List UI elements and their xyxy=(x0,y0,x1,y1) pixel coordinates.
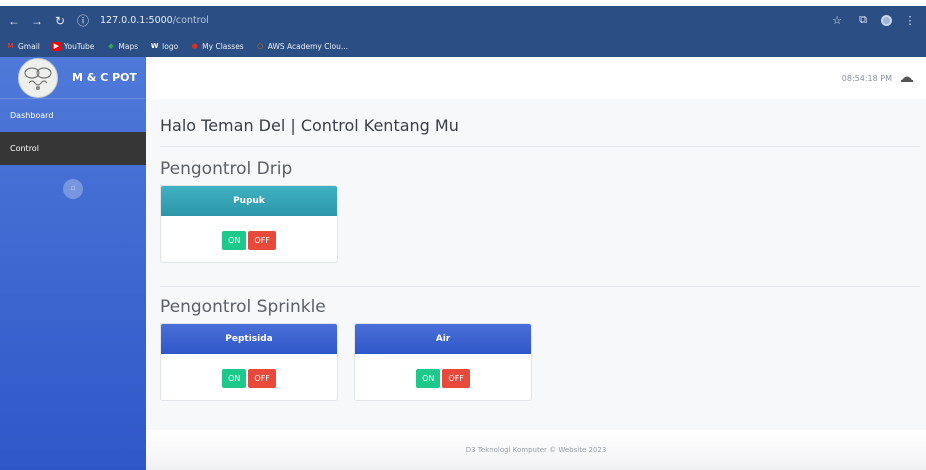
maps-icon: ◆ xyxy=(108,42,114,50)
forward-icon[interactable]: → xyxy=(28,12,46,30)
bookmark-label: AWS Academy Clou... xyxy=(267,41,349,51)
sidebar-toggle-icon: □ xyxy=(71,186,75,192)
footer: D3 Teknologi Komputer © Website 2023 xyxy=(146,430,926,470)
peptisida-off-button[interactable]: OFF xyxy=(248,368,276,388)
browser-window: ← → ↻ ⓘ 127.0.0.1:5000/control ☆ ⧉ ⋮ M Gm… xyxy=(0,0,926,470)
browser-toolbar: ← → ↻ ⓘ 127.0.0.1:5000/control ☆ ⧉ ⋮ xyxy=(0,6,926,35)
card-body: ON OFF xyxy=(161,354,337,400)
peptisida-on-button[interactable]: ON xyxy=(222,368,247,388)
back-icon[interactable]: ← xyxy=(5,12,23,30)
card-header: Pupuk xyxy=(161,186,337,216)
classes-icon: ● xyxy=(191,42,198,50)
clock-text: 08:54:18 PM xyxy=(841,73,892,83)
air-off-button[interactable]: OFF xyxy=(442,368,470,388)
bookmark-youtube[interactable]: ▶ YouTube xyxy=(51,41,95,51)
extensions-icon[interactable]: ⧉ xyxy=(855,13,871,29)
bookmarks-bar: M Gmail ▶ YouTube ◆ Maps Wlogo ● My Classes … xyxy=(0,35,926,57)
site-info-icon[interactable]: ⓘ xyxy=(74,12,92,30)
sidebar-item-label: Control xyxy=(10,144,39,153)
reload-icon[interactable]: ↻ xyxy=(51,12,69,30)
profile-avatar[interactable] xyxy=(881,15,892,26)
card-body: ON OFF xyxy=(355,354,531,400)
section-title-sprinkle: Pengontrol Sprinkle xyxy=(160,297,326,317)
bookmark-label: My Classes xyxy=(202,41,244,51)
page-title: Halo Teman Del | Control Kentang Mu xyxy=(160,116,459,135)
address-bar[interactable]: 127.0.0.1:5000/control xyxy=(100,15,209,26)
sidebar-item-label: Dashboard xyxy=(10,111,54,120)
youtube-icon: ▶ xyxy=(51,41,61,51)
pupuk-off-button[interactable]: OFF xyxy=(248,230,276,250)
control-card-air: Air ON OFF xyxy=(354,323,532,401)
section-title-drip: Pengontrol Drip xyxy=(160,159,293,179)
sidebar-brand[interactable]: M & C POT xyxy=(0,57,146,99)
card-header: Air xyxy=(355,324,531,354)
brand-logo xyxy=(18,57,58,98)
card-header: Peptisida xyxy=(161,324,337,354)
main-content: Halo Teman Del | Control Kentang Mu Peng… xyxy=(146,99,926,430)
aws-icon: ○ xyxy=(257,42,264,50)
user-avatar-icon xyxy=(901,76,913,82)
divider xyxy=(160,146,920,147)
bookmark-gmail[interactable]: M Gmail xyxy=(6,41,40,51)
browser-actions: ☆ ⧉ ⋮ xyxy=(829,13,926,29)
potato-logo-icon xyxy=(24,67,52,90)
sidebar-toggle-button[interactable]: □ xyxy=(63,179,83,199)
divider xyxy=(160,286,920,287)
w-logo-icon: W xyxy=(150,42,159,50)
sidebar-item-control[interactable]: Control xyxy=(0,132,146,165)
gmail-icon: M xyxy=(7,42,14,50)
sidebar-item-dashboard[interactable]: Dashboard xyxy=(0,99,146,132)
bookmark-aws[interactable]: ○ AWS Academy Clou... xyxy=(256,42,348,51)
bookmark-label: logo xyxy=(162,41,179,51)
topbar: 08:54:18 PM xyxy=(146,57,926,99)
brand-name: M & C POT xyxy=(72,71,138,84)
bookmark-label: YouTube xyxy=(63,41,95,51)
card-body: ON OFF xyxy=(161,216,337,262)
control-card-pupuk: Pupuk ON OFF xyxy=(160,185,338,263)
menu-icon[interactable]: ⋮ xyxy=(902,13,918,29)
pupuk-on-button[interactable]: ON xyxy=(222,230,247,250)
url-path: /control xyxy=(172,15,209,26)
footer-text: D3 Teknologi Komputer © Website 2023 xyxy=(465,446,607,454)
bookmark-logo[interactable]: Wlogo xyxy=(150,42,178,51)
user-icon[interactable] xyxy=(900,71,914,85)
air-on-button[interactable]: ON xyxy=(416,368,441,388)
control-card-peptisida: Peptisida ON OFF xyxy=(160,323,338,401)
bookmark-my-classes[interactable]: ● My Classes xyxy=(190,42,244,51)
bookmark-maps[interactable]: ◆ Maps xyxy=(106,42,138,51)
url-host: 127.0.0.1:5000 xyxy=(100,15,173,26)
bookmark-label: Gmail xyxy=(18,41,40,51)
star-icon[interactable]: ☆ xyxy=(829,13,845,29)
bookmark-label: Maps xyxy=(118,41,139,51)
sidebar: M & C POT Dashboard Control □ xyxy=(0,57,146,470)
